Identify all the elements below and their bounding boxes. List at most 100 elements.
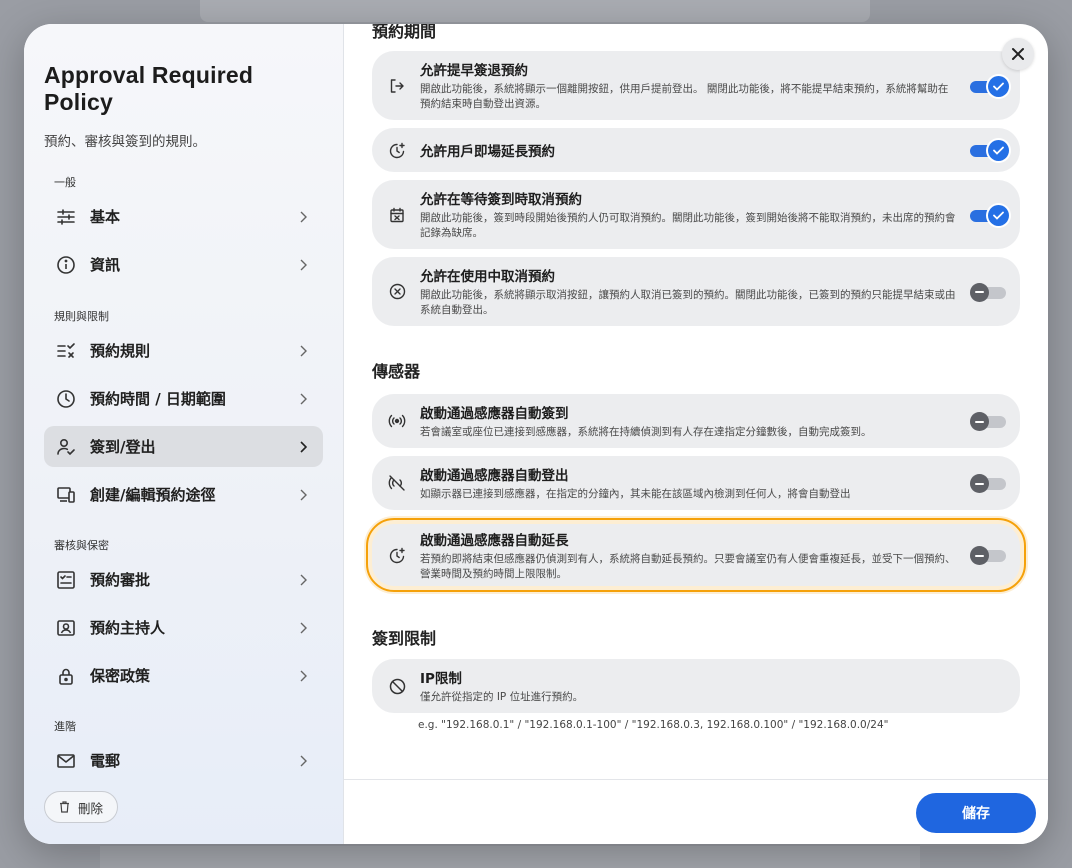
- section-label-general: 一般: [54, 176, 76, 189]
- chevron-right-icon: [297, 393, 309, 405]
- sidebar-item-label: 創建/編輯預約途徑: [90, 486, 216, 504]
- setting-row-cancel-waiting: 允許在等待簽到時取消預約 開啟此功能後，簽到時段開始後預約人仍可取消預約。關閉此…: [372, 180, 1020, 249]
- sidebar-item-label: 保密政策: [90, 667, 151, 685]
- section-label-advanced: 進階: [54, 720, 76, 733]
- early-checkout-toggle[interactable]: [970, 75, 1009, 97]
- background-header: [200, 0, 870, 22]
- sidebar-item-label: 預約審批: [90, 571, 151, 589]
- cancel-in-use-toggle[interactable]: [970, 282, 1006, 302]
- setting-title: IP限制: [420, 671, 462, 687]
- setting-row-sensor-checkin: 啟動通過感應器自動簽到 若會議室或座位已連接到感應器，系統將在持續偵測到有人存在…: [372, 394, 1020, 448]
- sensor-icon: [388, 412, 406, 430]
- section-title-sensor: 傳感器: [372, 362, 421, 381]
- extend-time-icon: [388, 141, 406, 159]
- modal-footer: 儲存: [344, 779, 1048, 844]
- setting-description: 若預約即將結束但感應器仍偵測到有人，系統將自動延長預約。只要會議室仍有人便會重複…: [420, 552, 956, 580]
- setting-title: 允許提早簽退預約: [420, 63, 528, 79]
- chevron-right-icon: [297, 574, 309, 586]
- sidebar-item-booking-rules[interactable]: 預約規則: [44, 330, 323, 371]
- policy-modal: Approval Required Policy 預約、審核與簽到的規則。 一般…: [24, 24, 1048, 844]
- setting-title: 啟動通過感應器自動延長: [420, 532, 569, 549]
- sidebar-item-label: 預約時間 / 日期範圍: [90, 390, 226, 408]
- sliders-icon: [56, 207, 76, 227]
- cancel-waiting-toggle[interactable]: [970, 204, 1009, 226]
- sidebar-item-approval[interactable]: 預約審批: [44, 559, 323, 600]
- setting-description: 僅允許從指定的 IP 位址進行預約。: [420, 691, 584, 703]
- sidebar-item-host[interactable]: 預約主持人: [44, 607, 323, 648]
- setting-row-cancel-in-use: 允許在使用中取消預約 開啟此功能後，系統將顯示取消按鈕，讓預約人取消已簽到的預約…: [372, 257, 1020, 326]
- setting-description: 開啟此功能後，簽到時段開始後預約人仍可取消預約。關閉此功能後，簽到開始後將不能取…: [420, 212, 956, 239]
- setting-row-ip-limit[interactable]: IP限制 僅允許從指定的 IP 位址進行預約。: [372, 659, 1020, 713]
- setting-row-sensor-extend: 啟動通過感應器自動延長 若預約即將結束但感應器仍偵測到有人，系統將自動延長預約。…: [366, 518, 1026, 592]
- sidebar-item-privacy[interactable]: 保密政策: [44, 655, 323, 696]
- chevron-right-icon: [297, 211, 309, 223]
- clock-icon: [56, 389, 76, 409]
- setting-row-early-checkout: 允許提早簽退預約 開啟此功能後，系統將顯示一個離開按鈕，供用戶提前登出。 關閉此…: [372, 51, 1020, 120]
- cancel-circle-icon: [388, 283, 406, 301]
- extend-time-icon: [388, 546, 406, 564]
- sensor-extend-toggle[interactable]: [970, 545, 1006, 565]
- settings-panel: 預約期間 允許提早簽退預約 開啟此功能後，系統將顯示一個離開按鈕，供用戶提前登出…: [344, 24, 1048, 844]
- chevron-right-icon: [297, 489, 309, 501]
- section-label-rules: 規則與限制: [54, 310, 109, 323]
- sidebar-item-email[interactable]: 電郵: [44, 740, 323, 781]
- chevron-right-icon: [297, 622, 309, 634]
- sidebar-item-label: 電郵: [90, 752, 121, 770]
- sidebar-item-info[interactable]: 資訊: [44, 244, 323, 285]
- rules-list-icon: [56, 341, 76, 361]
- section-title-checkin-limit: 簽到限制: [372, 629, 437, 648]
- close-icon: [1011, 47, 1025, 61]
- setting-description: 若會議室或座位已連接到感應器，系統將在持續偵測到有人存在達指定分鐘數後，自動完成…: [420, 426, 872, 438]
- block-icon: [388, 677, 406, 695]
- sidebar-item-label: 資訊: [90, 256, 121, 274]
- policy-subtitle: 預約、審核與簽到的規則。: [44, 134, 206, 150]
- sidebar: Approval Required Policy 預約、審核與簽到的規則。 一般…: [24, 24, 344, 844]
- info-icon: [56, 255, 76, 275]
- sidebar-item-basic[interactable]: 基本: [44, 196, 323, 237]
- delete-button[interactable]: 刪除: [44, 791, 119, 823]
- background-footer: [100, 846, 920, 868]
- sidebar-item-label: 預約規則: [90, 342, 151, 360]
- sensor-checkout-toggle[interactable]: [970, 473, 1006, 493]
- approval-form-icon: [56, 570, 76, 590]
- sidebar-item-time-range[interactable]: 預約時間 / 日期範圍: [44, 378, 323, 419]
- settings-scroll-area[interactable]: 預約期間 允許提早簽退預約 開啟此功能後，系統將顯示一個離開按鈕，供用戶提前登出…: [344, 24, 1048, 779]
- contact-card-icon: [56, 618, 76, 638]
- chevron-right-icon: [297, 670, 309, 682]
- setting-title: 允許在使用中取消預約: [420, 269, 555, 285]
- chevron-right-icon: [297, 345, 309, 357]
- devices-icon: [56, 485, 76, 505]
- chevron-right-icon: [297, 755, 309, 767]
- chevron-right-icon: [297, 259, 309, 271]
- setting-description: 開啟此功能後，系統將顯示取消按鈕，讓預約人取消已簽到的預約。關閉此功能後，已簽到…: [420, 289, 956, 316]
- setting-title: 啟動通過感應器自動登出: [420, 468, 569, 484]
- sidebar-item-label: 基本: [90, 208, 121, 226]
- delete-label: 刪除: [78, 800, 104, 816]
- setting-title: 允許用戶即場延長預約: [420, 144, 555, 160]
- sidebar-item-label: 簽到/登出: [90, 438, 156, 456]
- setting-description: 開啟此功能後，系統將顯示一個離開按鈕，供用戶提前登出。 關閉此功能後，將不能提早…: [420, 83, 949, 110]
- setting-description: 如顯示器已連接到感應器，在指定的分鐘內，其未能在該區域內檢測到任何人，將會自動登…: [420, 488, 851, 500]
- sidebar-item-checkin[interactable]: 簽到/登出: [44, 426, 323, 467]
- chevron-right-icon: [297, 440, 309, 453]
- setting-title: 允許在等待簽到時取消預約: [420, 192, 582, 208]
- setting-title: 啟動通過感應器自動簽到: [420, 406, 569, 422]
- sidebar-item-create-edit[interactable]: 創建/編輯預約途徑: [44, 474, 323, 515]
- sidebar-item-label: 預約主持人: [90, 619, 166, 637]
- section-label-review: 審核與保密: [54, 539, 109, 552]
- person-check-icon: [56, 437, 76, 457]
- logout-icon: [388, 77, 406, 95]
- extend-onsite-toggle[interactable]: [970, 140, 1009, 161]
- setting-row-sensor-checkout: 啟動通過感應器自動登出 如顯示器已連接到感應器，在指定的分鐘內，其未能在該區域內…: [372, 456, 1020, 510]
- sensor-checkin-toggle[interactable]: [970, 411, 1006, 431]
- mail-icon: [56, 751, 76, 771]
- sensor-off-icon: [388, 474, 406, 492]
- trash-icon: [59, 801, 70, 813]
- lock-icon: [56, 666, 76, 686]
- save-button[interactable]: 儲存: [916, 793, 1036, 833]
- policy-title: Approval Required Policy: [44, 62, 254, 115]
- setting-row-extend-onsite: 允許用戶即場延長預約: [372, 128, 1020, 172]
- close-button[interactable]: [1002, 38, 1034, 70]
- ip-format-hint: e.g. "192.168.0.1" / "192.168.0.1-100" /…: [418, 719, 889, 731]
- calendar-cancel-icon: [388, 206, 406, 224]
